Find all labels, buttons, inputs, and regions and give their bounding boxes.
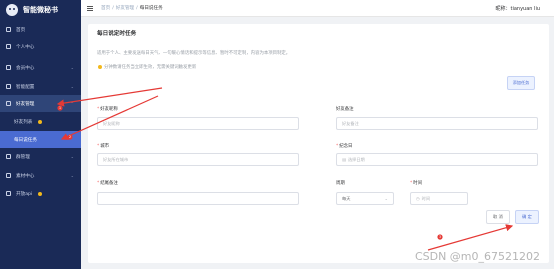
- city-input[interactable]: 好友所在城市: [97, 153, 299, 166]
- top-bar: 首页 / 好友管理 / 每日说任务 昵称：tianyuan liu: [81, 0, 554, 17]
- chevron-down-icon: ⌄: [70, 65, 74, 70]
- sidebar-item-profile[interactable]: 个人中心: [0, 38, 81, 55]
- clock-icon: ◷: [416, 196, 420, 201]
- chevron-up-icon: ⌃: [70, 101, 74, 106]
- card-note: 分钟数请任务当立即生效，无需关键词触发更新: [97, 64, 196, 70]
- sidebar-item-friend-list[interactable]: 好友列表: [0, 113, 81, 130]
- card-description: 适用于个人、主要发送每日天气、一句暖心情话和提示等信息、暂时不可定制，内容为本项…: [97, 51, 291, 56]
- add-task-button[interactable]: 添加任务: [507, 76, 535, 90]
- app-title: 智能微秘书: [23, 5, 58, 14]
- sidebar-item-label: 首页: [16, 27, 26, 33]
- sidebar-item-daily-task[interactable]: 每日说任务: [0, 131, 81, 148]
- emoji-icon: [98, 65, 102, 69]
- time-label: *时间: [410, 181, 422, 186]
- chevron-down-icon: ⌄: [384, 196, 388, 201]
- breadcrumb-friend-management[interactable]: 好友管理: [116, 6, 134, 11]
- friend-remark-label: 好友备注: [336, 107, 354, 112]
- cycle-label: 周期: [336, 181, 345, 186]
- sidebar-item-label: 好友管理: [16, 101, 35, 107]
- user-name[interactable]: 昵称：tianyuan liu: [496, 5, 540, 12]
- daily-task-card: 每日说定时任务 适用于个人、主要发送每日天气、一句暖心情话和提示等信息、暂时不可…: [88, 24, 549, 263]
- closing-remark-label: *结尾备注: [97, 181, 118, 186]
- home-icon: [6, 27, 11, 32]
- breadcrumb-home[interactable]: 首页: [101, 6, 110, 11]
- sidebar-item-label: 智能配置: [16, 84, 35, 90]
- card-title: 每日说定时任务: [97, 31, 137, 37]
- sidebar-item-smart-config[interactable]: 智能配置 ⌄: [0, 78, 81, 95]
- sidebar-item-label: 素材中心: [16, 173, 35, 179]
- sidebar-item-label: 会员中心: [16, 65, 35, 71]
- sidebar-item-group-management[interactable]: 群管理 ⌄: [0, 148, 81, 165]
- card-note-text: 分钟数请任务当立即生效，无需关键词触发更新: [104, 65, 197, 70]
- sidebar: 智能微秘书 首页 个人中心 会员中心 ⌄ 智能配置 ⌄ 好友管理 ⌃ 好友列表 …: [0, 0, 81, 269]
- time-picker[interactable]: ◷ 时间: [410, 192, 468, 205]
- cancel-button[interactable]: 取 消: [486, 210, 510, 224]
- chevron-down-icon: ⌄: [70, 173, 74, 178]
- sidebar-item-material-center[interactable]: 素材中心 ⌄: [0, 167, 81, 184]
- city-label: *城市: [97, 144, 109, 149]
- sidebar-item-label: 群管理: [16, 154, 30, 160]
- anniversary-date-picker[interactable]: ▤ 选择日期: [336, 153, 538, 166]
- chevron-down-icon: ⌄: [70, 154, 74, 159]
- settings-icon: [6, 84, 11, 89]
- sidebar-item-open-api[interactable]: 开放api: [0, 185, 81, 202]
- sidebar-item-label: 每日说任务: [14, 137, 37, 143]
- user-icon: [6, 44, 11, 49]
- sidebar-item-label: 个人中心: [16, 44, 35, 50]
- calendar-icon: ▤: [342, 157, 346, 162]
- cycle-select[interactable]: 每天 ⌄: [336, 192, 394, 205]
- breadcrumb: 首页 / 好友管理 / 每日说任务: [101, 6, 163, 11]
- friend-nickname-label: *好友昵称: [97, 107, 118, 112]
- app-logo: 智能微秘书: [0, 0, 81, 19]
- sidebar-item-home[interactable]: 首页: [0, 21, 81, 38]
- watermark: CSDN @m0_67521202: [414, 250, 540, 263]
- group-icon: [6, 154, 11, 159]
- menu-toggle-icon[interactable]: [87, 5, 93, 11]
- sidebar-item-membership[interactable]: 会员中心 ⌄: [0, 59, 81, 76]
- chevron-down-icon: ⌄: [70, 84, 74, 89]
- friends-icon: [6, 101, 11, 106]
- friend-remark-input[interactable]: 好友备注: [336, 117, 538, 130]
- api-icon: [6, 191, 11, 196]
- friend-nickname-input[interactable]: 好友昵称: [97, 117, 299, 130]
- sidebar-item-label: 好友列表: [14, 119, 33, 125]
- closing-remark-input[interactable]: [97, 192, 299, 205]
- emoji-icon: [38, 191, 43, 196]
- confirm-button[interactable]: 确 定: [515, 210, 539, 224]
- emoji-icon: [38, 119, 43, 124]
- sidebar-item-label: 开放api: [16, 191, 33, 197]
- sidebar-item-friend-management[interactable]: 好友管理 ⌃: [0, 95, 81, 112]
- folder-icon: [6, 173, 11, 178]
- anniversary-label: *纪念日: [336, 144, 353, 149]
- member-icon: [6, 65, 11, 70]
- breadcrumb-current: 每日说任务: [139, 6, 163, 11]
- robot-icon: [6, 3, 18, 16]
